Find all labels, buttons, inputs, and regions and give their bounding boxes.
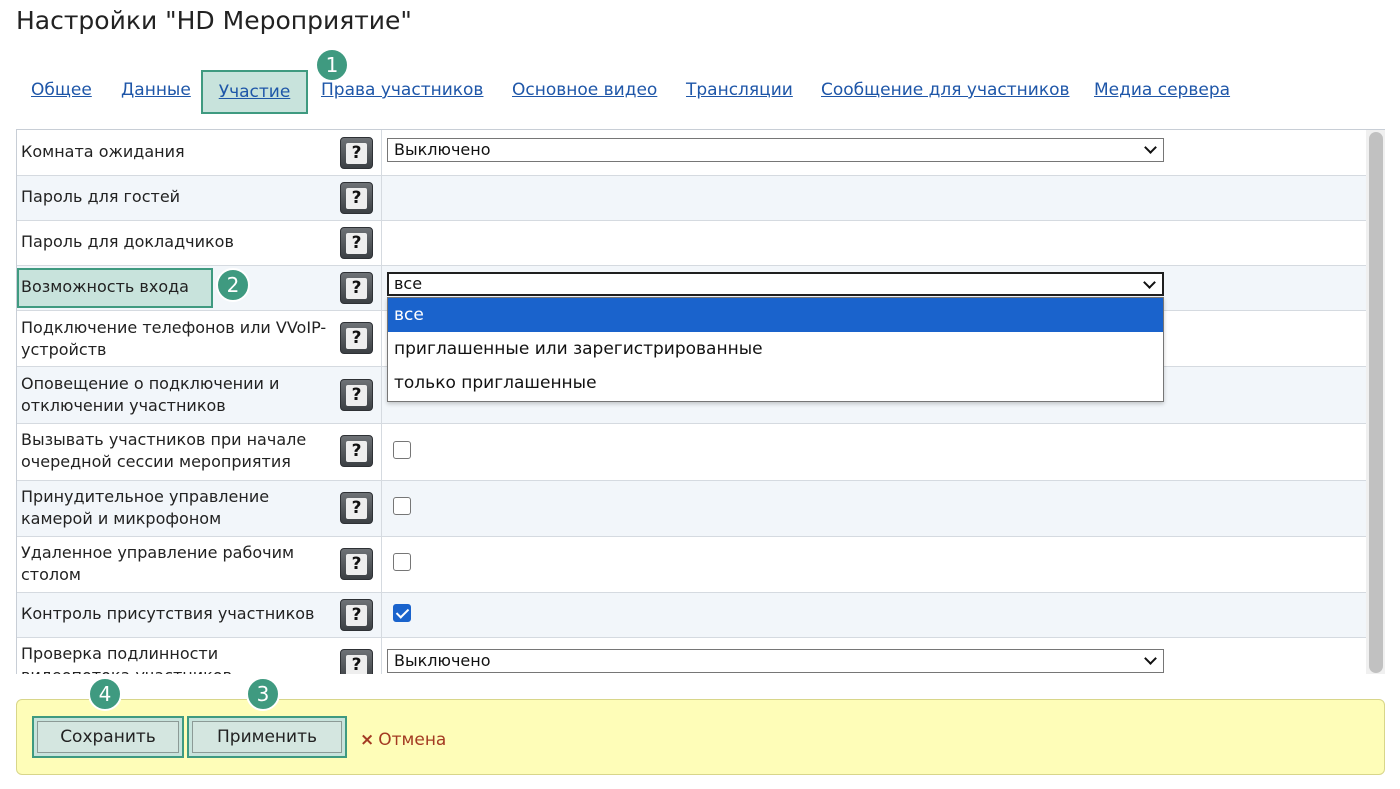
select-value: Выключено xyxy=(394,651,491,670)
setting-row-video-authenticity: Проверка подлинности видеопотока участни… xyxy=(17,638,1367,674)
apply-button[interactable]: Применить xyxy=(187,716,347,758)
setting-row-guest-password: Пароль для гостей ? xyxy=(17,176,1367,221)
column-divider xyxy=(381,367,382,423)
help-button[interactable]: ? xyxy=(340,137,373,169)
help-button[interactable]: ? xyxy=(340,599,373,631)
select-value: все xyxy=(394,274,423,293)
setting-row-speaker-password: Пароль для докладчиков ? xyxy=(17,221,1367,266)
setting-row-presence-control: Контроль присутствия участников ? xyxy=(17,593,1367,638)
help-button[interactable]: ? xyxy=(340,379,373,411)
setting-label: Комната ожидания xyxy=(21,142,185,161)
dropdown-option-all[interactable]: все xyxy=(388,298,1163,332)
remote-desktop-checkbox[interactable] xyxy=(393,553,411,571)
tab-main-video[interactable]: Основное видео xyxy=(512,80,657,100)
waiting-room-select[interactable]: Выключено xyxy=(387,138,1164,162)
tab-data[interactable]: Данные xyxy=(121,80,191,100)
setting-label: Контроль присутствия участников xyxy=(21,604,315,623)
dropdown-option-invited-only[interactable]: только приглашенные xyxy=(388,366,1163,400)
setting-label: Принудительное управление камерой и микр… xyxy=(21,487,270,528)
help-button[interactable]: ? xyxy=(340,322,373,354)
question-icon: ? xyxy=(346,553,367,575)
settings-tabs: Общее Данные Участие Права участников Ос… xyxy=(0,70,1400,116)
call-at-session-start-checkbox[interactable] xyxy=(393,441,411,459)
save-button[interactable]: Сохранить xyxy=(32,716,184,758)
page-title: Настройки "HD Мероприятие" xyxy=(16,6,412,35)
save-button-label: Сохранить xyxy=(37,721,179,753)
question-icon: ? xyxy=(346,440,367,462)
question-icon: ? xyxy=(346,232,367,254)
question-icon: ? xyxy=(346,327,367,349)
column-divider xyxy=(381,424,382,480)
step-badge-1: 1 xyxy=(315,48,349,82)
column-divider xyxy=(381,311,382,366)
question-icon: ? xyxy=(346,187,367,209)
step-badge-3: 3 xyxy=(246,677,280,711)
cancel-link[interactable]: × Отмена xyxy=(360,730,446,750)
scrollbar-thumb[interactable] xyxy=(1369,132,1383,673)
column-divider xyxy=(381,537,382,592)
question-icon: ? xyxy=(346,604,367,626)
column-divider xyxy=(381,221,382,265)
column-divider xyxy=(381,593,382,637)
presence-control-checkbox[interactable] xyxy=(393,604,411,622)
setting-label: Оповещение о подключении и отключении уч… xyxy=(21,374,280,415)
tab-media-servers[interactable]: Медиа сервера xyxy=(1094,80,1230,100)
setting-label: Удаленное управление рабочим столом xyxy=(21,543,295,584)
setting-row-forced-av-control: Принудительное управление камерой и микр… xyxy=(17,481,1367,537)
action-footer: Сохранить Применить × Отмена xyxy=(16,699,1385,775)
column-divider xyxy=(381,481,382,536)
step-badge-4: 4 xyxy=(88,677,122,711)
help-button[interactable]: ? xyxy=(340,227,373,259)
tab-participant-message[interactable]: Сообщение для участников xyxy=(821,80,1070,100)
setting-label: Вызывать участников при начале очередной… xyxy=(21,430,307,471)
help-button[interactable]: ? xyxy=(340,272,373,304)
setting-label: Пароль для гостей xyxy=(21,187,181,206)
setting-label: Проверка подлинности видеопотока участни… xyxy=(21,644,232,674)
help-button[interactable]: ? xyxy=(340,548,373,580)
forced-av-control-checkbox[interactable] xyxy=(393,497,411,515)
help-button[interactable]: ? xyxy=(340,649,373,674)
close-icon: × xyxy=(360,730,375,750)
tab-general[interactable]: Общее xyxy=(31,80,92,100)
step-badge-2: 2 xyxy=(216,268,250,302)
dropdown-option-invited-or-registered[interactable]: приглашенные или зарегистрированные xyxy=(388,332,1163,366)
cancel-label: Отмена xyxy=(378,730,447,750)
setting-label: Пароль для докладчиков xyxy=(21,232,234,251)
select-value: Выключено xyxy=(394,140,491,159)
video-authenticity-select[interactable]: Выключено xyxy=(387,649,1164,673)
chevron-down-icon xyxy=(1143,276,1156,289)
question-icon: ? xyxy=(346,277,367,299)
setting-row-remote-desktop: Удаленное управление рабочим столом ? xyxy=(17,537,1367,593)
help-button[interactable]: ? xyxy=(340,182,373,214)
setting-label: Возможность входа xyxy=(21,277,189,296)
entry-ability-dropdown: все приглашенные или зарегистрированные … xyxy=(387,297,1164,402)
help-button[interactable]: ? xyxy=(340,492,373,524)
entry-ability-select[interactable]: все xyxy=(387,272,1164,296)
setting-row-call-at-session-start: Вызывать участников при начале очередной… xyxy=(17,424,1367,481)
question-icon: ? xyxy=(346,654,367,674)
tab-broadcasts[interactable]: Трансляции xyxy=(686,80,793,100)
setting-row-waiting-room: Комната ожидания ? Выключено xyxy=(17,130,1367,176)
column-divider xyxy=(381,266,382,310)
chevron-down-icon xyxy=(1144,652,1157,665)
tab-participation[interactable]: Участие xyxy=(201,70,308,114)
apply-button-label: Применить xyxy=(192,721,342,753)
scrollbar[interactable] xyxy=(1366,130,1385,674)
chevron-down-icon xyxy=(1144,141,1157,154)
question-icon: ? xyxy=(346,384,367,406)
column-divider xyxy=(381,638,382,674)
column-divider xyxy=(381,130,382,175)
question-icon: ? xyxy=(346,497,367,519)
question-icon: ? xyxy=(346,142,367,164)
setting-label: Подключение телефонов или VVoIP-устройст… xyxy=(21,318,327,359)
help-button[interactable]: ? xyxy=(340,435,373,467)
column-divider xyxy=(381,176,382,220)
tab-participant-rights[interactable]: Права участников xyxy=(321,80,483,100)
